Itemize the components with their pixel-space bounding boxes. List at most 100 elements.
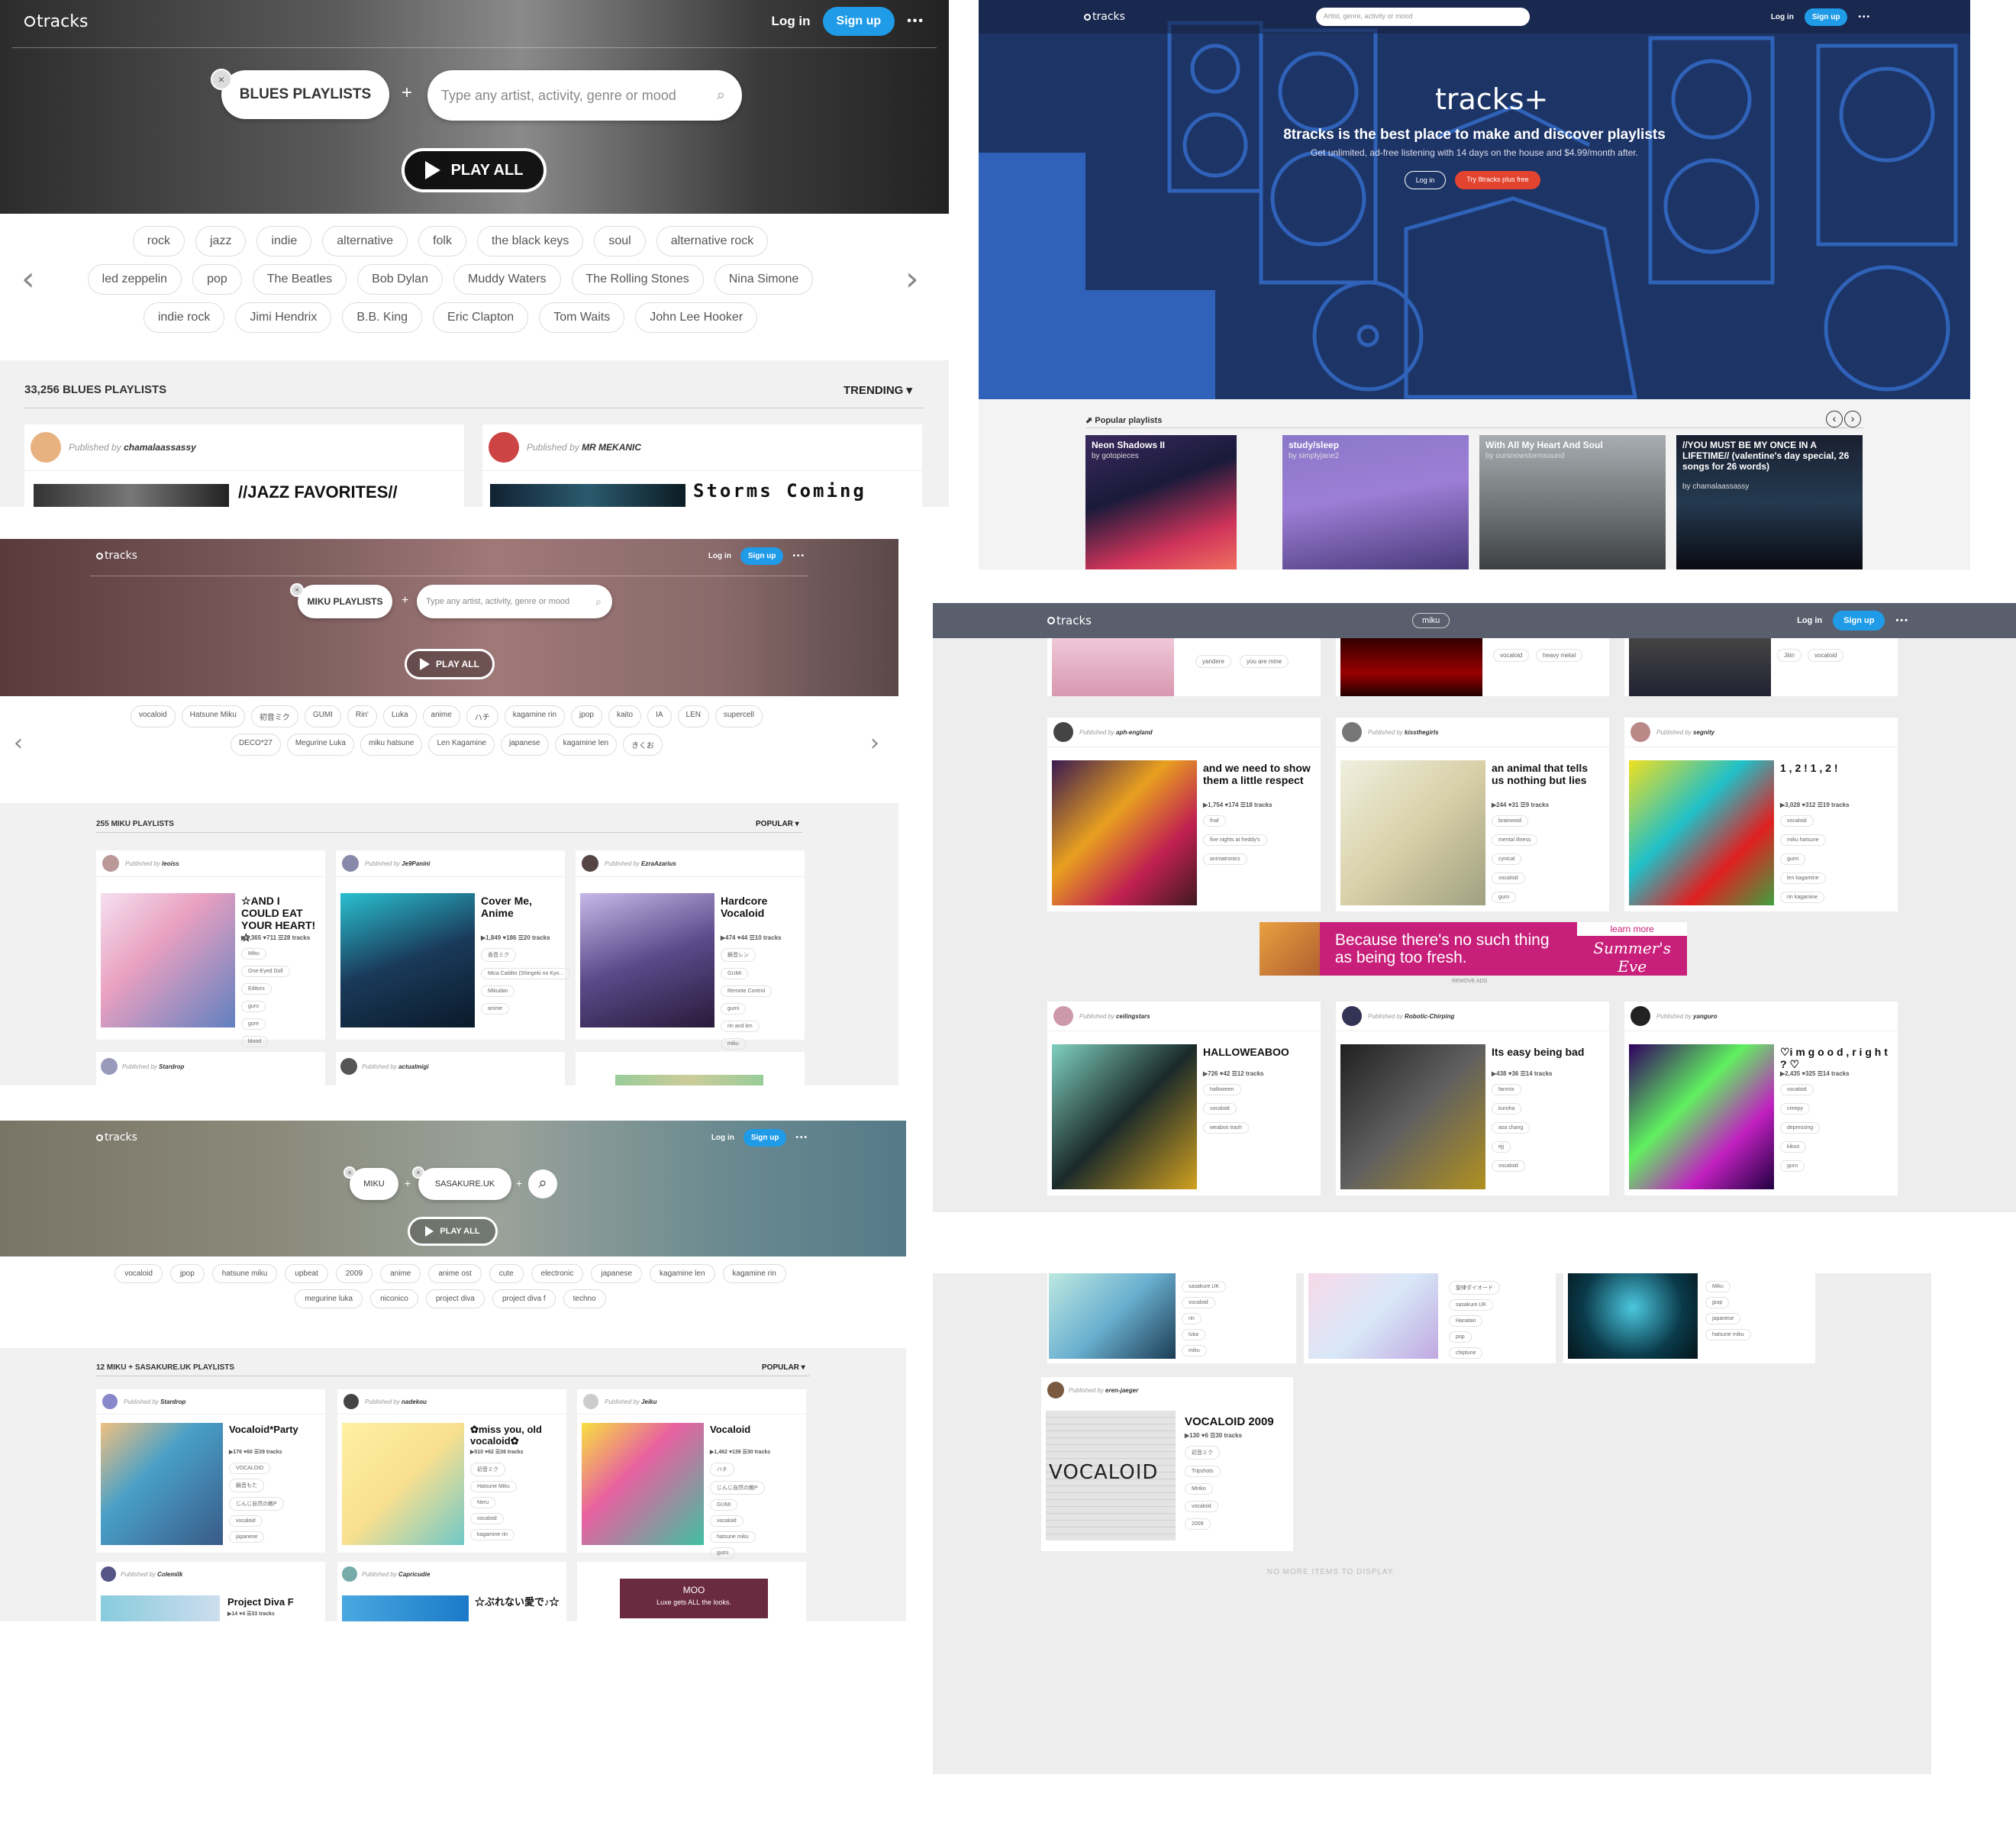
publisher-name[interactable]: kissthegirls [1405, 729, 1438, 736]
playlist-tag[interactable]: Miku [1705, 1281, 1731, 1292]
remove-filter-icon[interactable]: × [412, 1166, 424, 1179]
playlist-card[interactable]: Published by Colemilk Project Diva F ▶14… [96, 1562, 325, 1621]
publisher-name[interactable]: leoiss [162, 860, 179, 867]
search-input[interactable]: Type any artist, activity, genre or mood… [417, 585, 612, 618]
playlist-title[interactable]: Cover Me, Anime [481, 895, 559, 919]
tag-chip[interactable]: IA [647, 705, 672, 727]
playlist-tag[interactable]: gumi [721, 1003, 747, 1014]
tag-chip[interactable]: きくお [623, 734, 663, 756]
tag-chip[interactable]: anime [380, 1264, 421, 1283]
logo[interactable]: tracks [1084, 11, 1125, 23]
tag-chip[interactable]: the black keys [476, 226, 584, 256]
ad-learn-more-button[interactable]: learn more [1577, 922, 1687, 936]
tags-prev-arrow[interactable]: ‹ [21, 260, 35, 298]
tag-chip[interactable]: folk [418, 226, 466, 256]
playlist-tag[interactable]: じんじ自然の敵P [710, 1481, 765, 1495]
playlist-tag[interactable]: vocaloid [1492, 873, 1525, 884]
playlist-tag[interactable]: kagamine rin [470, 1529, 515, 1540]
playlist-tag[interactable]: vocaloid [229, 1515, 263, 1527]
remove-filter-icon[interactable]: × [290, 583, 304, 597]
playlist-tag[interactable]: brainwoid [1492, 815, 1528, 827]
sort-dropdown[interactable]: POPULAR ▾ [756, 820, 799, 828]
tag-chip[interactable]: jpop [169, 1264, 205, 1283]
tag-chip[interactable]: LEN [677, 705, 709, 727]
playlist-tag[interactable]: vocaloid [470, 1513, 504, 1524]
tag-chip[interactable]: Len Kagamine [428, 734, 495, 756]
sort-dropdown[interactable]: TRENDING ▾ [843, 383, 912, 397]
playlist-tag[interactable]: 旋律ダイオード [1449, 1281, 1500, 1295]
playlist-tag[interactable]: vocaloid [1780, 1084, 1814, 1095]
playlist-tag[interactable]: fnaf [1203, 815, 1226, 827]
publisher-name[interactable]: ceilingstars [1116, 1013, 1150, 1020]
playlist-tag[interactable]: 初音ミク [1185, 1446, 1220, 1460]
tag-chip[interactable]: anime [422, 705, 460, 727]
playlist-tag[interactable]: kuroha [1492, 1103, 1522, 1114]
playlist-card-partial[interactable]: yandere you are mine [1047, 638, 1321, 696]
search-icon[interactable]: ⌕ [717, 87, 725, 105]
tag-chip[interactable]: kagamine len [650, 1264, 715, 1283]
tag-chip[interactable]: project diva f [492, 1289, 556, 1308]
logo[interactable]: tracks [96, 1131, 137, 1144]
tags-prev-arrow[interactable]: ‹ [14, 730, 23, 756]
playlist-title[interactable]: ♡i m g o o d , r i g h t ? ♡ [1780, 1046, 1892, 1070]
tag-chip[interactable]: Tom Waits [539, 302, 625, 333]
playlist-tag[interactable]: miku hatsune [1780, 834, 1826, 846]
playlist-card[interactable]: Published by chamalaassassy //JAZZ FAVOR… [24, 424, 464, 507]
more-menu-icon[interactable]: ••• [792, 552, 805, 560]
search-input[interactable]: Type any artist, activity, genre or mood… [427, 70, 742, 121]
tag-chip[interactable]: Luka [382, 705, 417, 727]
tag-chip[interactable]: vocaloid [130, 705, 176, 727]
playlist-tag[interactable]: Mica Caldito (Shingeki no Kyo... [481, 968, 571, 979]
publisher-name[interactable]: segnity [1693, 729, 1714, 736]
filter-pill[interactable]: BLUES PLAYLISTS [221, 70, 389, 119]
tag-chip[interactable]: electronic [531, 1264, 584, 1283]
signup-button[interactable]: Sign up [1804, 8, 1848, 26]
playlist-tag[interactable]: vocaloid [1492, 1160, 1525, 1172]
playlist-cover[interactable] [1340, 760, 1485, 905]
playlist-tag[interactable]: gumi [1780, 853, 1806, 865]
tag-chip[interactable]: B.B. King [342, 302, 423, 333]
playlist-tag[interactable]: mental illness [1492, 834, 1538, 846]
more-menu-icon[interactable]: ••• [1895, 616, 1909, 625]
publisher-name[interactable]: nadekou [402, 1398, 427, 1405]
logo[interactable]: tracks [24, 12, 88, 31]
playlist-cover[interactable] [580, 893, 714, 1027]
playlist-cover[interactable] [1568, 1273, 1698, 1359]
tag-chip[interactable]: Nina Simone [714, 264, 814, 295]
tag-chip[interactable]: kaito [608, 705, 642, 727]
popular-next-icon[interactable]: › [1844, 411, 1861, 427]
playlist-tag[interactable]: you are mine [1240, 655, 1289, 668]
tag-chip[interactable]: techno [563, 1289, 606, 1308]
playlist-cover[interactable] [1340, 1044, 1485, 1189]
playlist-tag[interactable]: hatsune miku [1705, 1329, 1751, 1340]
playlist-cover[interactable] [1629, 638, 1771, 696]
playlist-tag[interactable]: animatronics [1203, 853, 1247, 865]
playlist-card[interactable]: Published by Je9Panini Cover Me, Anime ▶1,… [336, 850, 571, 1040]
playlist-tag[interactable]: Miku [241, 948, 266, 960]
ad-image[interactable] [615, 1075, 763, 1085]
search-input[interactable]: miku [1412, 613, 1450, 628]
playlist-card[interactable]: Published by Stardrop [96, 1052, 325, 1085]
tag-chip[interactable]: miku hatsune [360, 734, 423, 756]
popular-playlist-tile[interactable]: With All My Heart And Soul by oursnowstor… [1479, 435, 1666, 569]
tag-chip[interactable]: hatsune miku [211, 1264, 278, 1283]
playlist-tag[interactable]: Neru [470, 1497, 496, 1508]
playlist-tag[interactable]: blood [241, 1036, 269, 1047]
playlist-title[interactable]: HALLOWEABOO [1203, 1046, 1314, 1058]
signup-button[interactable]: Sign up [822, 7, 895, 36]
playlist-title[interactable]: an animal that tells us nothing but lies [1492, 762, 1603, 786]
ad-card[interactable]: MOO Luxe gets ALL the looks. [577, 1562, 806, 1621]
playlist-tag[interactable]: Hatsune Miku [470, 1481, 517, 1492]
publisher-name[interactable]: Stardrop [159, 1063, 184, 1070]
playlist-tag[interactable]: vocaloid [1185, 1501, 1218, 1512]
publisher-name[interactable]: yanguro [1693, 1013, 1718, 1020]
tag-chip[interactable]: vocaloid [115, 1264, 163, 1283]
playlist-tag[interactable]: 香音ミク [481, 948, 516, 962]
tag-chip[interactable]: GUMI [304, 705, 341, 727]
playlist-card[interactable]: Published by Jeiku Vocaloid ▶1,462 ♥139 ☰3… [577, 1389, 806, 1559]
popular-playlist-tile[interactable]: Neon Shadows II by gotopieces [1085, 435, 1237, 569]
playlist-tag[interactable]: VOCALOID [229, 1463, 271, 1474]
tag-chip[interactable]: indie [256, 226, 312, 256]
playlist-tag[interactable]: luka [1182, 1329, 1205, 1340]
playlist-card-partial[interactable]: Jiiin vocaloid [1624, 638, 1898, 696]
